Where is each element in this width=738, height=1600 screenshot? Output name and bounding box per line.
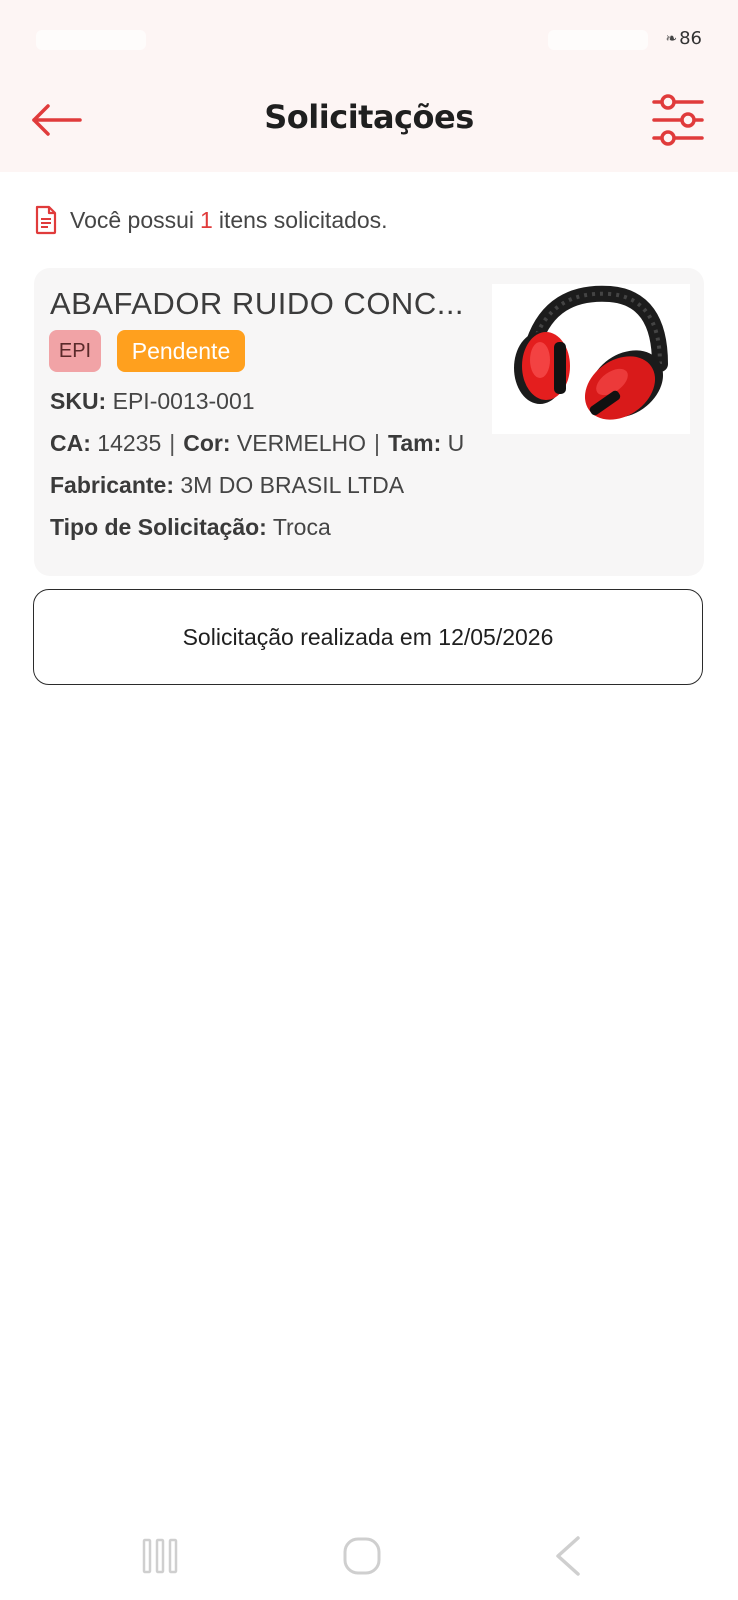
- sku-label: SKU:: [50, 388, 107, 414]
- product-image: [492, 284, 690, 434]
- items-summary: Você possui 1 itens solicitados.: [34, 204, 388, 236]
- app-header: ❧ 86 Solicitações: [0, 0, 738, 172]
- sliders-icon: [652, 94, 704, 146]
- ca-row: CA: 14235 | Cor: VERMELHO | Tam: U: [50, 430, 464, 457]
- color-label: Cor:: [183, 430, 231, 456]
- home-icon: [343, 1537, 381, 1575]
- home-button[interactable]: [338, 1532, 386, 1580]
- status-bar: ❧ 86: [0, 0, 738, 80]
- battery-level: 86: [679, 28, 702, 49]
- recent-apps-icon: [142, 1538, 178, 1574]
- manufacturer-label: Fabricante:: [50, 472, 174, 498]
- request-date-box: Solicitação realizada em 12/05/2026: [33, 589, 703, 685]
- red-earmuffs-image: [514, 285, 668, 420]
- request-type-value: Troca: [272, 514, 331, 540]
- summary-prefix: Você possui: [70, 206, 195, 233]
- sku-row: SKU: EPI-0013-001: [50, 388, 255, 415]
- ca-value: 14235: [97, 430, 162, 456]
- color-value: VERMELHO: [236, 430, 366, 456]
- status-icons-blurred: [548, 30, 648, 50]
- size-label: Tam:: [387, 430, 442, 456]
- manufacturer-row: Fabricante: 3M DO BRASIL LTDA: [50, 472, 404, 499]
- page-title: Solicitações: [264, 98, 474, 136]
- request-type-row: Tipo de Solicitação: Troca: [50, 514, 331, 541]
- status-time-blurred: [36, 30, 146, 50]
- system-navigation-bar: [0, 1520, 738, 1600]
- category-badge: EPI: [49, 330, 101, 372]
- sku-value: EPI-0013-001: [112, 388, 255, 414]
- system-back-button[interactable]: [548, 1532, 596, 1580]
- separator: |: [169, 430, 176, 456]
- item-name: ABAFADOR RUIDO CONC...: [50, 286, 465, 321]
- filter-button[interactable]: [652, 94, 704, 146]
- leaf-icon: ❧: [665, 30, 678, 47]
- recent-apps-button[interactable]: [136, 1532, 184, 1580]
- size-value: U: [447, 430, 465, 456]
- manufacturer-value: 3M DO BRASIL LTDA: [180, 472, 405, 498]
- summary-count: 1: [200, 206, 213, 233]
- request-type-label: Tipo de Solicitação:: [50, 514, 267, 540]
- status-badge: Pendente: [117, 330, 245, 372]
- ca-label: CA:: [50, 430, 91, 456]
- summary-suffix: itens solicitados.: [218, 206, 388, 233]
- back-chevron-icon: [556, 1536, 580, 1576]
- document-icon: [35, 205, 57, 235]
- battery-indicator: ❧ 86: [665, 28, 702, 49]
- request-item-card[interactable]: ABAFADOR RUIDO CONC... EPI Pendente SKU:…: [34, 268, 704, 576]
- separator: |: [374, 430, 380, 456]
